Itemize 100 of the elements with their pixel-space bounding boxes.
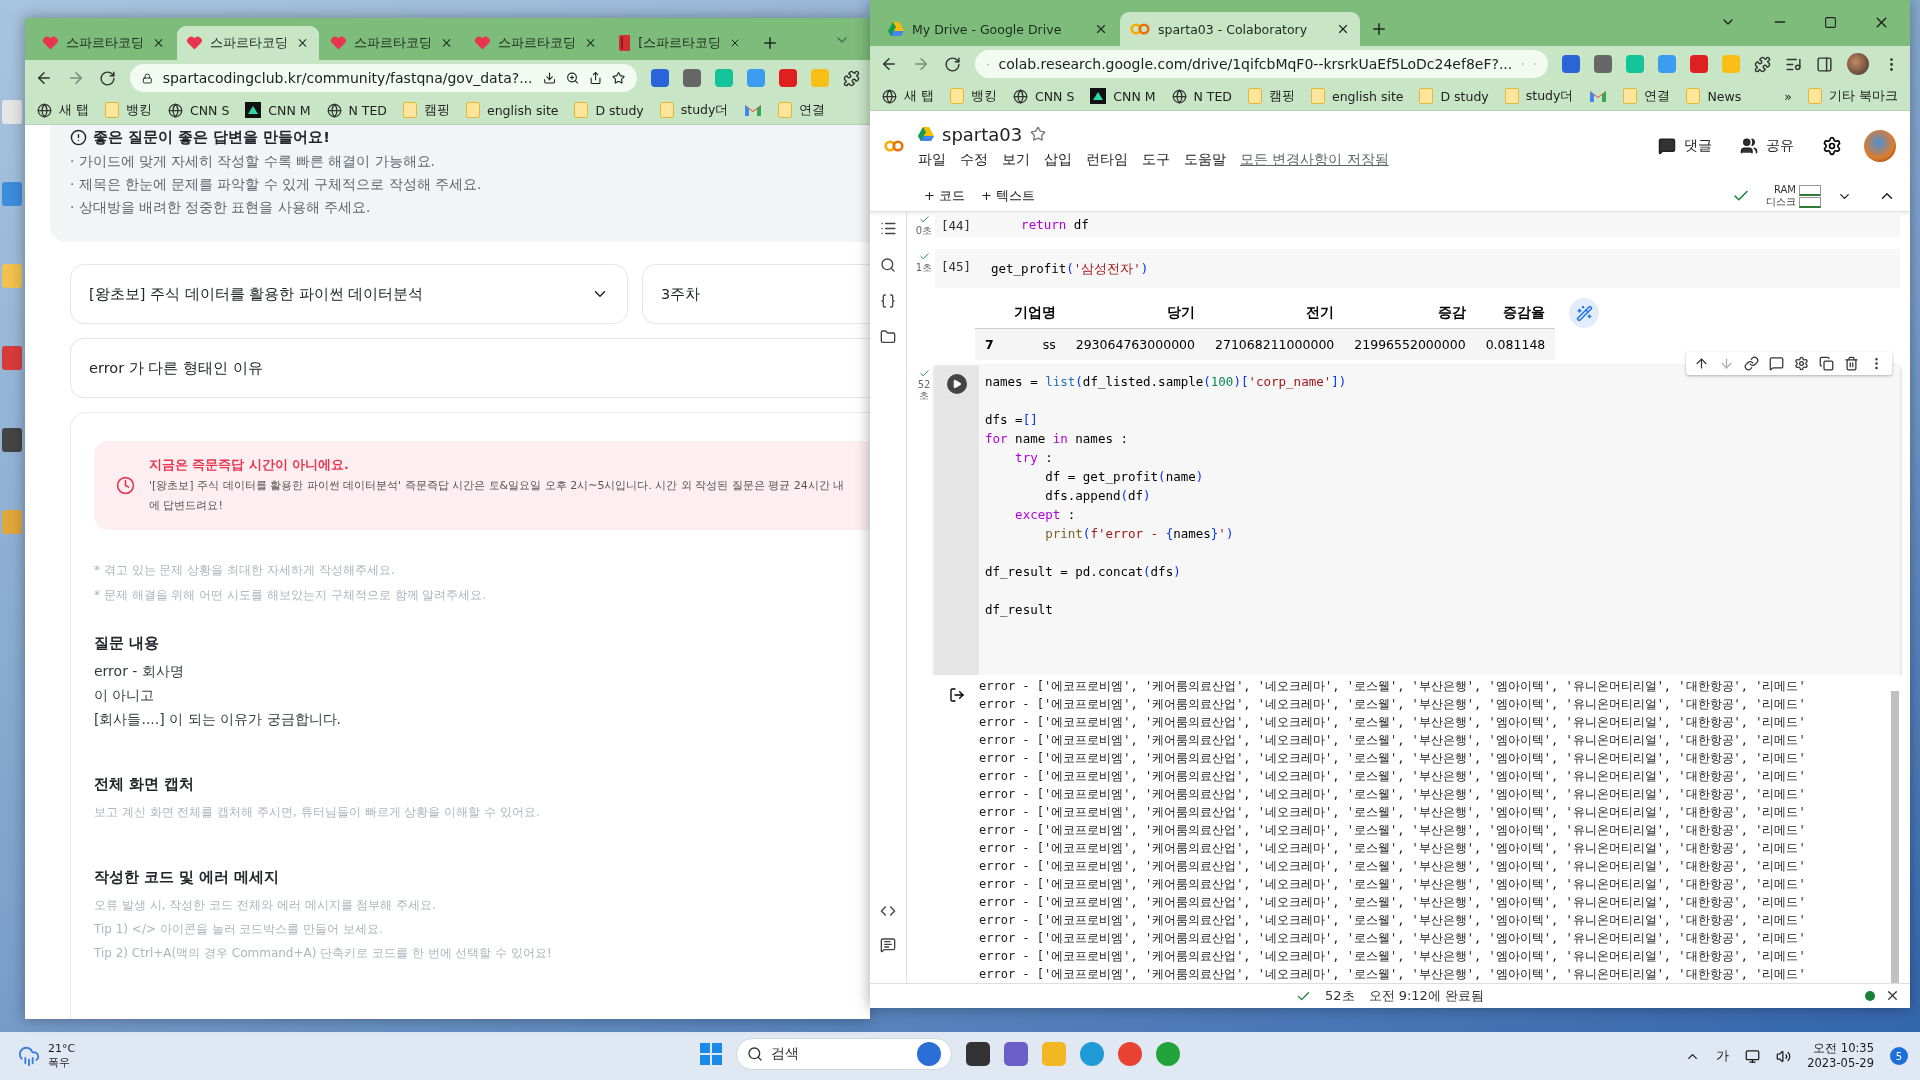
bookmark[interactable]: CNN M [1090,88,1156,104]
side-panel-icon[interactable] [1816,55,1833,73]
browser-icon[interactable] [1118,1042,1142,1066]
bookmark[interactable] [1589,89,1608,103]
bookmark[interactable]: study더 [1504,87,1574,105]
menu-item[interactable]: 삽입 [1044,150,1072,169]
reload-icon[interactable] [944,55,961,73]
zoom-icon[interactable] [565,70,579,86]
bookmark[interactable]: english site [466,102,559,118]
comment-icon[interactable] [1769,356,1784,371]
add-text-button[interactable]: + 텍스트 [981,187,1036,205]
share-button[interactable]: 공유 [1740,137,1794,155]
menu-item[interactable]: 보기 [1002,150,1030,169]
bookmark[interactable]: CNN S [168,102,230,118]
back-icon[interactable] [880,55,898,73]
browser-tab[interactable]: 스파르타코딩 [177,26,319,60]
letter-tile-icon[interactable] [683,69,701,87]
bookmark[interactable]: study더 [659,101,729,119]
variables-icon[interactable] [880,293,896,309]
search-field[interactable]: 검색 [736,1038,952,1070]
volume-icon[interactable] [1776,1048,1792,1064]
run-button[interactable] [947,374,967,394]
comment-button[interactable]: 댓글 [1658,137,1712,155]
profile-avatar[interactable] [1864,130,1896,162]
folder-icon[interactable] [880,329,896,345]
profile-avatar[interactable] [1847,53,1869,75]
bookmark[interactable]: 뱅킹 [950,87,997,105]
new-tab-icon[interactable] [1370,20,1388,38]
start-icon[interactable] [700,1043,722,1065]
letter-tile-icon[interactable] [1594,55,1612,73]
close-icon[interactable] [1094,22,1108,36]
close-icon[interactable] [1885,988,1900,1003]
browser-tab[interactable]: 스파르타코딩 [321,26,463,60]
chat-icon[interactable] [917,1042,941,1066]
bookmark[interactable]: N TED [326,102,387,118]
bookmark[interactable]: 캠핑 [1248,87,1295,105]
move-up-icon[interactable] [1694,356,1709,371]
bookmark[interactable] [744,103,763,117]
bookmark[interactable]: 뱅킹 [105,101,152,119]
course-select[interactable]: [왕초보] 주식 데이터를 활용한 파이썬 데이터분석 [70,264,628,324]
magic-wand-button[interactable] [1569,298,1600,328]
more-bookmarks[interactable]: » [1784,88,1792,104]
bookmark[interactable]: N TED [1171,88,1232,104]
notification-badge[interactable]: 5 [1890,1047,1908,1065]
new-tab-icon[interactable] [761,34,779,52]
bookmark[interactable]: 새 탭 [882,87,934,105]
app-icon[interactable] [1156,1042,1180,1066]
shield-icon[interactable] [1562,55,1580,73]
bookmark[interactable]: english site [1311,88,1404,104]
task-view-icon[interactable] [966,1042,990,1066]
forward-icon[interactable] [912,55,930,73]
browser-icon[interactable] [1080,1042,1104,1066]
menu-item[interactable]: 파일 [918,150,946,169]
search-icon[interactable] [880,257,896,273]
mirror-icon[interactable] [1819,356,1834,371]
install-icon[interactable] [542,70,556,86]
browser-tab[interactable]: sparta03 - Colaboratory [1120,12,1360,46]
settings-icon[interactable] [1822,136,1842,156]
video-chat-icon[interactable] [1004,1042,1028,1066]
puzzle-icon[interactable] [843,69,860,87]
terminal-icon[interactable] [880,937,896,953]
maximize-icon[interactable] [1824,15,1837,29]
bookmark[interactable]: 캠핑 [403,101,450,119]
contents-icon[interactable] [879,220,897,237]
browser-tab[interactable]: 스파르타코딩 [465,26,607,60]
browser-tab[interactable]: 스파르타코딩 [33,26,175,60]
bookmark[interactable]: 새 탭 [37,101,89,119]
bookmark[interactable]: D study [1419,88,1489,104]
address-bar[interactable]: spartacodingclub.kr/community/fastqna/gov_data?... [130,64,637,92]
menu-item[interactable]: 수정 [960,150,988,169]
reload-icon[interactable] [99,69,116,87]
input-method[interactable]: 가 [1716,1047,1730,1065]
bookmark[interactable]: D study [574,102,644,118]
code-icon[interactable] [880,903,896,919]
bookmark[interactable]: 연결 [778,101,826,119]
settings-icon[interactable] [1794,356,1809,371]
network-icon[interactable] [1745,1048,1761,1064]
bookmark[interactable]: CNN S [1013,88,1075,104]
delete-icon[interactable] [1844,356,1859,371]
forward-icon[interactable] [67,69,85,87]
bookmark[interactable]: CNN M [245,102,311,118]
menu-item[interactable]: 도움말 [1184,150,1226,169]
clock[interactable]: 오전 10:35 2023-05-29 [1807,1041,1874,1071]
puzzle-icon[interactable] [1754,55,1771,73]
menu-item[interactable]: 런타임 [1086,150,1128,169]
bookmark[interactable]: 기타 북마크 [1808,87,1898,105]
bookmark[interactable]: 연결 [1623,87,1671,105]
close-icon[interactable] [1336,22,1350,36]
link-icon[interactable] [1744,356,1759,371]
add-code-button[interactable]: + 코드 [924,187,966,205]
title-field[interactable]: error 가 다른 형태인 이유 [70,338,870,398]
notebook-title[interactable]: sparta03 [942,123,1023,145]
back-icon[interactable] [35,69,53,87]
address-bar[interactable]: colab.research.google.com/drive/1qifcbMqF0--krsrkUaEf5LoDc24ef8eF?... [975,50,1548,78]
shield-icon[interactable] [651,69,669,87]
browser-tab[interactable]: My Drive - Google Drive [878,12,1118,46]
browser-tab[interactable]: [스파르타코딩 [609,26,751,60]
menu-item[interactable]: 도구 [1142,150,1170,169]
save-status-link[interactable]: 모든 변경사항이 저장됨 [1240,150,1389,169]
bookmark[interactable]: News [1686,88,1742,104]
